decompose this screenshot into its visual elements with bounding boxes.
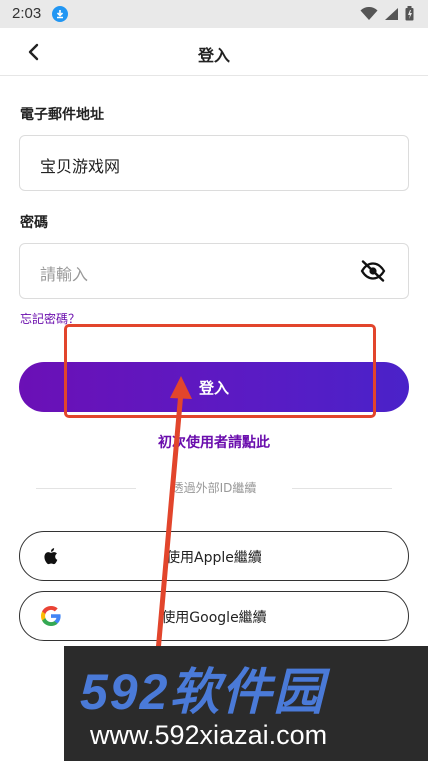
download-icon	[52, 6, 68, 22]
battery-icon	[405, 6, 414, 21]
password-field[interactable]: 請輸入	[19, 243, 409, 299]
email-value: 宝贝游戏网	[40, 157, 121, 176]
google-button-label: 使用Google繼續	[161, 610, 267, 626]
status-time: 2:03	[12, 5, 42, 22]
status-bar: 2:03	[0, 0, 428, 28]
wifi-icon	[360, 6, 378, 20]
watermark-url: www.592xiazai.com	[90, 720, 328, 750]
apple-button-label: 使用Apple繼續	[166, 550, 262, 566]
page-title: 登入	[197, 46, 230, 65]
annotation-highlight-box	[64, 324, 376, 418]
eye-off-icon[interactable]	[360, 260, 386, 282]
header: 登入	[0, 28, 428, 76]
watermark: 592软件园 www.592xiazai.com	[64, 646, 428, 761]
password-label: 密碼	[20, 215, 48, 231]
watermark-brand: 592软件园	[80, 664, 326, 720]
email-label: 電子郵件地址	[20, 107, 104, 123]
google-sign-in-button[interactable]: 使用Google繼續	[19, 591, 409, 641]
password-placeholder: 請輸入	[40, 265, 89, 284]
apple-sign-in-button[interactable]: 使用Apple繼續	[19, 531, 409, 581]
signal-icon	[385, 7, 398, 20]
divider-text: 透過外部ID繼續	[171, 481, 257, 495]
first-time-user-link[interactable]: 初次使用者請點此	[0, 432, 428, 452]
email-field[interactable]: 宝贝游戏网	[19, 135, 409, 191]
